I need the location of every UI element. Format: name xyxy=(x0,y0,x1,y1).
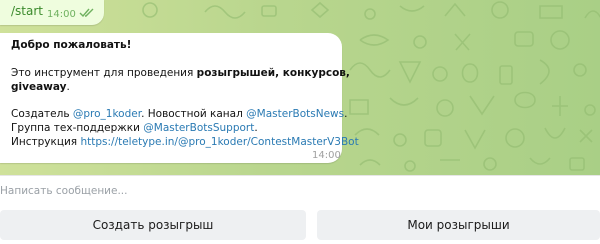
create-giveaway-button[interactable]: Создать розыгрыш xyxy=(0,210,306,240)
message-description-line1: Это инструмент для проведения розыгрышей… xyxy=(11,67,350,79)
support-suffix: . xyxy=(254,122,258,134)
news-label: . Новостной канал xyxy=(141,108,247,120)
description-bold-text: розыгрышей, конкурсов, xyxy=(196,67,350,79)
support-group-link[interactable]: @MasterBotsSupport xyxy=(143,122,254,134)
guide-line: Инструкция https://teletype.in/@pro_1kod… xyxy=(11,136,359,148)
message-title: Добро пожаловать! xyxy=(11,39,132,51)
outgoing-message-time: 14:00 xyxy=(47,9,76,20)
incoming-message: Добро пожаловать! Это инструмент для про… xyxy=(0,33,359,163)
message-input[interactable] xyxy=(0,182,420,200)
guide-label: Инструкция xyxy=(11,136,81,148)
description-text: Это инструмент для проведения xyxy=(11,67,197,79)
message-description-line2: giveaway. xyxy=(11,81,70,93)
reply-keyboard: Создать розыгрыш Мои розыгрыши xyxy=(0,206,600,244)
outgoing-message: /start 14:00 xyxy=(0,0,104,25)
description-text: . xyxy=(66,81,70,93)
creator-line: Создатель @pro_1koder. Новостной канал @… xyxy=(11,108,347,120)
creator-link[interactable]: @pro_1koder xyxy=(73,108,141,120)
outgoing-message-text: /start xyxy=(11,4,43,18)
creator-label: Создатель xyxy=(11,108,73,120)
news-channel-link[interactable]: @MasterBotsNews xyxy=(246,108,344,120)
my-giveaways-button[interactable]: Мои розыгрыши xyxy=(317,210,600,240)
description-bold-text: giveaway xyxy=(11,81,67,93)
support-line: Группа тех-поддержки @MasterBotsSupport. xyxy=(11,122,258,134)
guide-link[interactable]: https://teletype.in/@pro_1koder/ContestM… xyxy=(80,136,358,148)
news-suffix: . xyxy=(344,108,348,120)
incoming-message-time: 14:00 xyxy=(312,150,341,161)
chat-history: /start 14:00 Добро пожаловать! Это инстр… xyxy=(0,0,600,175)
message-composer xyxy=(0,175,600,207)
double-check-icon xyxy=(79,8,94,18)
support-label: Группа тех-поддержки xyxy=(11,122,144,134)
